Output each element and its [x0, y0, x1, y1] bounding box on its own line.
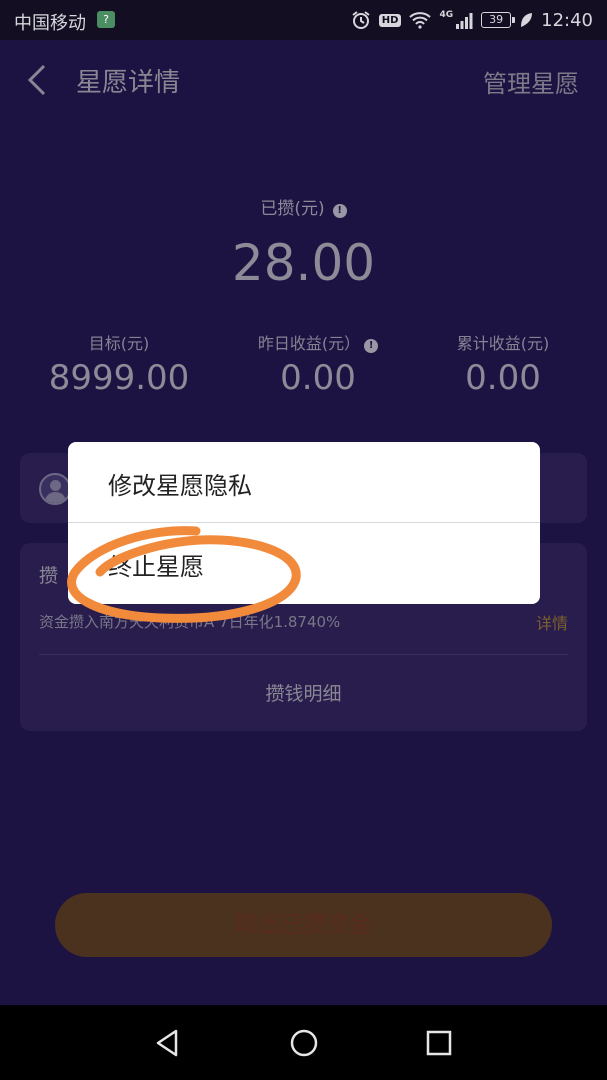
sim-icon: ? — [97, 11, 115, 28]
page-title: 星愿详情 — [76, 68, 181, 98]
avatar — [39, 473, 71, 505]
yesterday-earnings-label: 昨日收益(元）! — [223, 330, 413, 354]
info-icon[interactable]: ! — [364, 339, 379, 353]
fund-detail-link[interactable]: 详情 — [536, 610, 568, 634]
menu-item-label: 修改星愿隐私 — [108, 472, 252, 500]
info-icon[interactable]: ! — [332, 204, 347, 218]
menu-item-terminate-wish[interactable]: 终止星愿 — [68, 523, 540, 603]
nav-back-icon[interactable] — [150, 1025, 186, 1061]
saved-amount-label: 已攒(元)! — [0, 194, 607, 219]
status-bar: 中国移动 ? HD 4G 39 12:40 — [0, 0, 607, 40]
saved-label-text: 已攒(元) — [260, 199, 325, 219]
menu-item-label: 终止星愿 — [108, 553, 204, 581]
yesterday-earnings-value: 0.00 — [280, 358, 356, 398]
total-earnings-label: 累计收益(元) — [456, 334, 550, 353]
nav-recents-icon[interactable] — [421, 1025, 457, 1061]
back-arrow-icon[interactable] — [24, 62, 56, 98]
fund-info: 资金攒入南方天天利货币A 7日年化1.8740% — [39, 613, 341, 631]
alarm-icon — [352, 11, 370, 29]
divider — [39, 654, 568, 655]
target-value: 8999.00 — [48, 358, 190, 398]
target-stat: 目标(元) 8999.00 — [24, 330, 214, 398]
screen: 中国移动 ? HD 4G 39 12:40 星愿详情 管理星愿 已攒(元)! 2… — [0, 0, 607, 1080]
hd-icon: HD — [378, 13, 402, 27]
top-bar: 星愿详情 管理星愿 — [0, 40, 607, 122]
withdraw-button[interactable]: 取出已攒资金 — [55, 893, 552, 957]
leaf-icon — [521, 13, 533, 27]
manage-wish-button[interactable]: 管理星愿 — [483, 64, 579, 99]
nav-home-icon[interactable] — [286, 1025, 322, 1061]
popup-menu: 修改星愿隐私 终止星愿 — [68, 442, 540, 604]
battery-icon: 39 — [481, 12, 516, 28]
target-label: 目标(元) — [88, 334, 150, 353]
clock: 12:40 — [541, 9, 593, 31]
total-earnings-stat: 累计收益(元) 0.00 — [408, 330, 598, 398]
total-earnings-value: 0.00 — [465, 358, 541, 398]
savings-history-link[interactable]: 攒钱明细 — [20, 679, 587, 706]
wifi-icon — [409, 12, 432, 29]
yesterday-earnings-stat: 昨日收益(元）! 0.00 — [223, 330, 413, 398]
saved-amount-value: 28.00 — [231, 234, 376, 292]
menu-item-edit-privacy[interactable]: 修改星愿隐私 — [68, 442, 540, 522]
network-type: 4G — [439, 10, 454, 20]
yesterday-earnings-label-text: 昨日收益(元） — [257, 334, 361, 353]
savings-card-title: 攒 — [39, 565, 59, 587]
status-icons: HD 4G 39 12:40 — [351, 8, 593, 32]
navigation-bar — [0, 1005, 607, 1080]
signal-icon — [456, 13, 473, 29]
carrier-label: 中国移动 — [14, 13, 86, 34]
